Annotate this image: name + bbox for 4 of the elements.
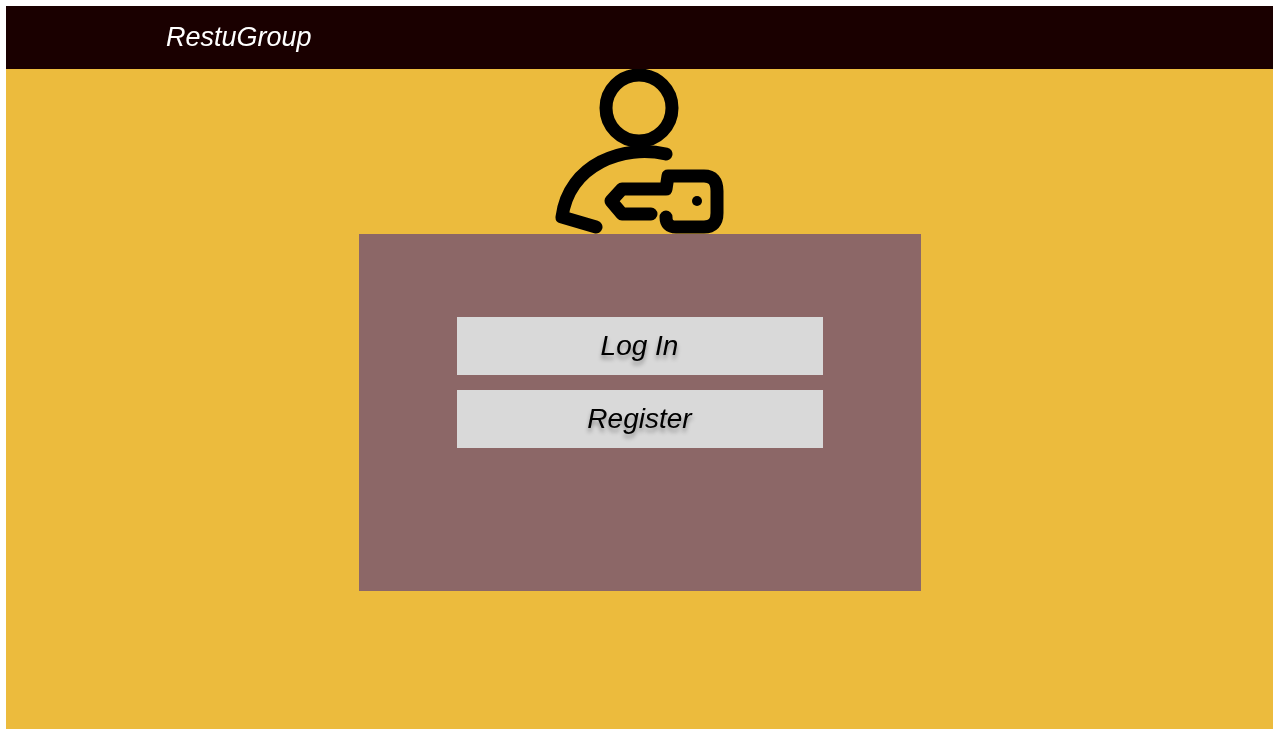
app-title: RestuGroup bbox=[166, 21, 312, 55]
menu-button[interactable]: Register bbox=[456, 390, 823, 448]
menu-button[interactable]: Log In bbox=[456, 317, 823, 375]
user-key-icon bbox=[553, 69, 726, 234]
